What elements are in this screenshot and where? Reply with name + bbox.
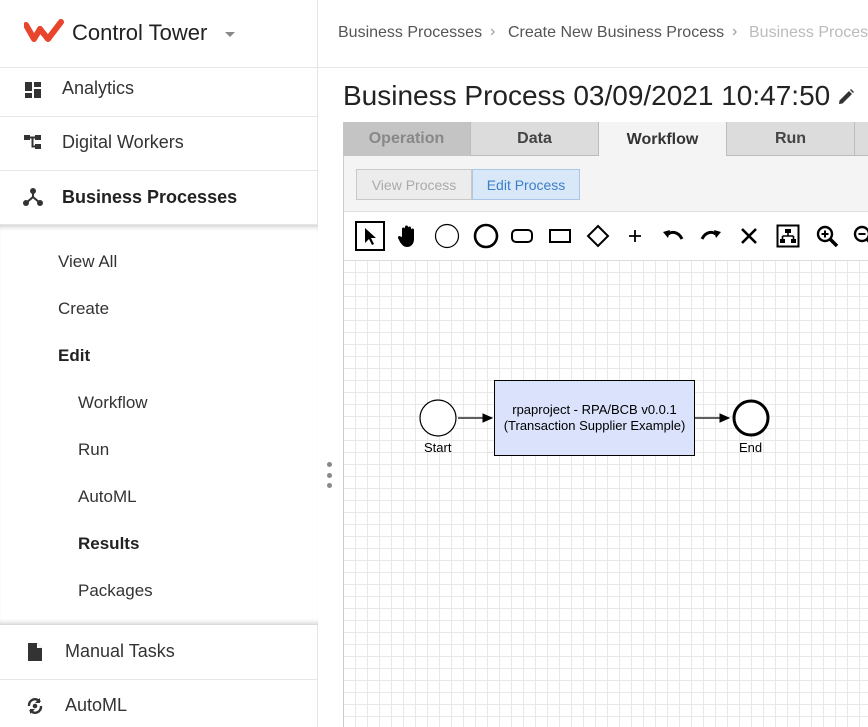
share-nodes-icon	[22, 186, 44, 208]
sidebar-item-label: AutoML	[65, 695, 128, 715]
submenu-item-edit[interactable]: Edit	[58, 346, 90, 366]
zoom-in-icon[interactable]	[812, 221, 842, 251]
task-tool-icon[interactable]	[507, 221, 537, 251]
sidebar-item-automl[interactable]: AutoML	[0, 680, 318, 727]
sidebar-item-label: Manual Tasks	[65, 641, 175, 661]
submenu-item-packages[interactable]: Packages	[78, 581, 153, 601]
redo-icon[interactable]	[696, 221, 726, 251]
undo-icon[interactable]	[658, 221, 688, 251]
start-label: Start	[424, 440, 452, 455]
sidebar-item-business-processes[interactable]: Business Processes	[0, 171, 318, 225]
tab-run[interactable]: Run	[727, 122, 855, 156]
pencil-icon[interactable]	[837, 88, 855, 106]
diagram-canvas[interactable]: Start rpaproject - RPA/BCB v0.0.1 (Trans…	[344, 261, 868, 727]
chevron-right-icon: ›	[490, 23, 496, 40]
diagram-toolbar	[344, 211, 868, 261]
submenu-item-workflow[interactable]: Workflow	[78, 393, 148, 413]
sidebar-resize-handle[interactable]	[326, 462, 332, 488]
subprocess-tool-icon[interactable]	[545, 221, 575, 251]
process-tabs: Operation Data Workflow Run	[343, 122, 868, 157]
end-event-tool-icon[interactable]	[471, 221, 501, 251]
start-event-tool-icon[interactable]	[432, 221, 462, 251]
breadcrumb-current: Business Process 03/09/2021 10:47:50	[749, 24, 868, 41]
sidebar-item-label: Analytics	[62, 78, 135, 98]
submenu-item-automl[interactable]: AutoML	[78, 487, 137, 507]
sidebar-item-manual-tasks[interactable]: Manual Tasks	[0, 625, 318, 680]
start-event[interactable]	[419, 399, 457, 437]
rpa-task-node[interactable]: rpaproject - RPA/BCB v0.0.1 (Transaction…	[494, 380, 695, 456]
dashboard-icon	[22, 79, 44, 101]
end-label: End	[739, 440, 763, 455]
breadcrumb-create-new[interactable]: Create New Business Process	[508, 24, 724, 42]
submenu-item-run[interactable]: Run	[78, 440, 109, 460]
diagram-connections	[419, 399, 770, 437]
tab-data[interactable]: Data	[471, 122, 599, 156]
tab-operation[interactable]: Operation	[343, 122, 471, 156]
automl-icon	[24, 695, 46, 717]
breadcrumb: Business Processes › Create New Business…	[318, 0, 868, 68]
delete-icon[interactable]	[734, 221, 764, 251]
zoom-out-icon[interactable]	[849, 221, 868, 251]
view-process-button[interactable]: View Process	[356, 169, 472, 200]
pointer-tool-icon[interactable]	[355, 221, 385, 251]
tab-workflow[interactable]: Workflow	[599, 122, 727, 157]
control-tower-logo	[24, 19, 64, 42]
hand-tool-icon[interactable]	[393, 221, 423, 251]
submenu-item-create[interactable]: Create	[58, 299, 109, 319]
chevron-down-icon[interactable]	[225, 32, 235, 37]
plus-icon[interactable]	[620, 221, 650, 251]
brand-header[interactable]: Control Tower	[0, 0, 318, 68]
sidebar-item-digital-workers[interactable]: Digital Workers	[0, 117, 318, 171]
sidebar-item-analytics[interactable]: Analytics	[0, 68, 318, 117]
task-title: rpaproject - RPA/BCB v0.0.1	[512, 402, 677, 417]
sidebar-item-label: Digital Workers	[62, 132, 184, 152]
app-name: Control Tower	[72, 20, 208, 45]
edit-process-button[interactable]: Edit Process	[472, 169, 580, 200]
auto-layout-icon[interactable]	[773, 221, 803, 251]
submenu-item-view-all[interactable]: View All	[58, 252, 117, 272]
task-subtitle: (Transaction Supplier Example)	[503, 418, 686, 433]
workflow-panel: View Process Edit Process Start rpaproje…	[343, 156, 868, 727]
breadcrumb-business-processes[interactable]: Business Processes	[338, 24, 482, 42]
end-event[interactable]	[732, 399, 770, 437]
page-title: Business Process 03/09/2021 10:47:50	[343, 80, 831, 111]
sidebar: Control Tower Analytics Digital Workers …	[0, 0, 318, 727]
chevron-right-icon: ›	[732, 23, 738, 40]
business-processes-submenu: View All Create Edit Workflow Run AutoML…	[0, 225, 318, 625]
submenu-item-results[interactable]: Results	[78, 534, 139, 554]
hierarchy-icon	[22, 131, 44, 153]
gateway-tool-icon[interactable]	[583, 221, 613, 251]
document-icon	[24, 641, 46, 663]
sidebar-item-label: Business Processes	[62, 187, 238, 207]
